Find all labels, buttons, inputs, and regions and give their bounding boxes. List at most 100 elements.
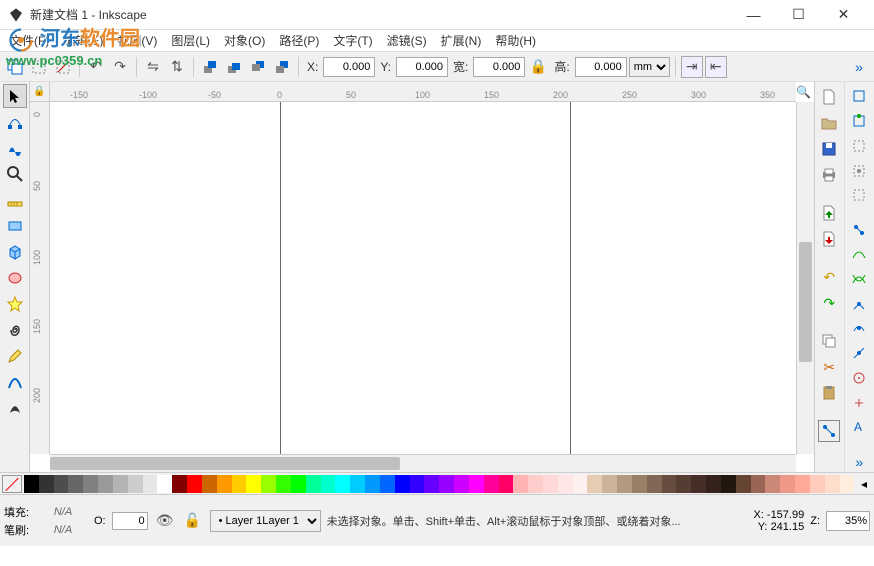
color-swatch[interactable]: [558, 475, 573, 493]
color-swatch[interactable]: [128, 475, 143, 493]
color-swatch[interactable]: [143, 475, 158, 493]
rotate-ccw-icon[interactable]: ↶: [85, 56, 107, 78]
color-swatch[interactable]: [306, 475, 321, 493]
color-swatch[interactable]: [499, 475, 514, 493]
unit-select[interactable]: mm: [629, 57, 670, 77]
color-swatch[interactable]: [691, 475, 706, 493]
minimize-button[interactable]: —: [731, 1, 776, 29]
color-swatch[interactable]: [721, 475, 736, 493]
color-swatch[interactable]: [632, 475, 647, 493]
new-doc-icon[interactable]: [818, 86, 840, 108]
color-swatch[interactable]: [39, 475, 54, 493]
scrollbar-vertical[interactable]: [796, 102, 814, 454]
snap-bbox-midpoint-icon[interactable]: [848, 160, 870, 181]
color-swatch[interactable]: [261, 475, 276, 493]
width-input[interactable]: [473, 57, 525, 77]
menu-filter[interactable]: 滤镜(S): [381, 30, 433, 51]
scrollbar-horizontal[interactable]: [50, 454, 796, 472]
color-swatch[interactable]: [276, 475, 291, 493]
color-swatch[interactable]: [365, 475, 380, 493]
selector-tool-icon[interactable]: [3, 84, 27, 108]
color-swatch[interactable]: [291, 475, 306, 493]
star-tool-icon[interactable]: [3, 292, 27, 316]
height-input[interactable]: [575, 57, 627, 77]
layer-visibility-icon[interactable]: 👁: [154, 510, 176, 532]
color-swatch[interactable]: [840, 475, 854, 493]
color-swatch[interactable]: [157, 475, 172, 493]
snap-text-baseline-icon[interactable]: A: [848, 417, 870, 438]
zoom-input[interactable]: [826, 511, 870, 531]
scrollbar-thumb[interactable]: [799, 242, 812, 362]
undo-icon[interactable]: ↶: [818, 266, 840, 288]
color-swatch[interactable]: [513, 475, 528, 493]
menu-help[interactable]: 帮助(H): [489, 30, 542, 51]
circle-tool-icon[interactable]: [3, 266, 27, 290]
stroke-value[interactable]: N/A: [38, 524, 88, 536]
color-swatch[interactable]: [647, 475, 662, 493]
no-color-swatch[interactable]: [2, 475, 22, 493]
toolbar-overflow-icon[interactable]: »: [848, 451, 870, 472]
zoom-icon[interactable]: 🔍: [796, 85, 811, 99]
snap-node-icon[interactable]: [848, 219, 870, 240]
ruler-corner-lock-icon[interactable]: 🔒: [30, 82, 50, 102]
node-tool-icon[interactable]: [3, 110, 27, 134]
color-swatch[interactable]: [484, 475, 499, 493]
toolbar-overflow-icon[interactable]: »: [848, 56, 870, 78]
menu-view[interactable]: 视图(V): [111, 30, 163, 51]
color-swatch[interactable]: [246, 475, 261, 493]
color-swatch[interactable]: [543, 475, 558, 493]
color-swatch[interactable]: [751, 475, 766, 493]
menu-object[interactable]: 对象(O): [218, 30, 271, 51]
3dbox-tool-icon[interactable]: [3, 240, 27, 264]
snap-global-icon[interactable]: [818, 420, 840, 442]
swatch-strip[interactable]: [24, 475, 854, 493]
close-button[interactable]: ✕: [821, 1, 866, 29]
color-swatch[interactable]: [217, 475, 232, 493]
zoom-tool-icon[interactable]: [3, 162, 27, 186]
color-swatch[interactable]: [617, 475, 632, 493]
calligraphy-tool-icon[interactable]: [3, 396, 27, 420]
color-swatch[interactable]: [83, 475, 98, 493]
color-swatch[interactable]: [780, 475, 795, 493]
opacity-input[interactable]: [112, 512, 148, 530]
rotate-cw-icon[interactable]: ↷: [109, 56, 131, 78]
pencil-tool-icon[interactable]: [3, 344, 27, 368]
x-input[interactable]: [323, 57, 375, 77]
ruler-vertical[interactable]: 050100150200250: [30, 102, 50, 454]
select-all-layers-icon[interactable]: [4, 56, 26, 78]
menu-path[interactable]: 路径(P): [273, 30, 325, 51]
menu-layer[interactable]: 图层(L): [165, 30, 216, 51]
snap-bbox-corner-icon[interactable]: [848, 135, 870, 156]
color-swatch[interactable]: [98, 475, 113, 493]
color-swatch[interactable]: [54, 475, 69, 493]
y-input[interactable]: [396, 57, 448, 77]
color-swatch[interactable]: [662, 475, 677, 493]
lower-icon[interactable]: [247, 56, 269, 78]
import-icon[interactable]: [818, 202, 840, 224]
color-swatch[interactable]: [321, 475, 336, 493]
color-swatch[interactable]: [528, 475, 543, 493]
color-swatch[interactable]: [232, 475, 247, 493]
color-swatch[interactable]: [424, 475, 439, 493]
lower-bottom-icon[interactable]: [271, 56, 293, 78]
print-icon[interactable]: [818, 164, 840, 186]
layer-lock-icon[interactable]: 🔓: [182, 510, 204, 532]
snap-bbox-edge-icon[interactable]: [848, 111, 870, 132]
snap-path-icon[interactable]: [848, 244, 870, 265]
color-swatch[interactable]: [676, 475, 691, 493]
menu-text[interactable]: 文字(T): [327, 30, 378, 51]
transform-scale-corners-icon[interactable]: ⇤: [705, 56, 727, 78]
color-swatch[interactable]: [187, 475, 202, 493]
color-swatch[interactable]: [172, 475, 187, 493]
open-icon[interactable]: [818, 112, 840, 134]
copy-icon[interactable]: [818, 330, 840, 352]
snap-intersection-icon[interactable]: [848, 269, 870, 290]
color-swatch[interactable]: [410, 475, 425, 493]
measure-tool-icon[interactable]: [3, 188, 27, 212]
layer-select[interactable]: • Layer 1Layer 1: [210, 510, 321, 532]
snap-cusp-icon[interactable]: [848, 293, 870, 314]
snap-bbox-icon[interactable]: [848, 86, 870, 107]
export-icon[interactable]: [818, 228, 840, 250]
color-swatch[interactable]: [439, 475, 454, 493]
menu-extensions[interactable]: 扩展(N): [435, 30, 488, 51]
